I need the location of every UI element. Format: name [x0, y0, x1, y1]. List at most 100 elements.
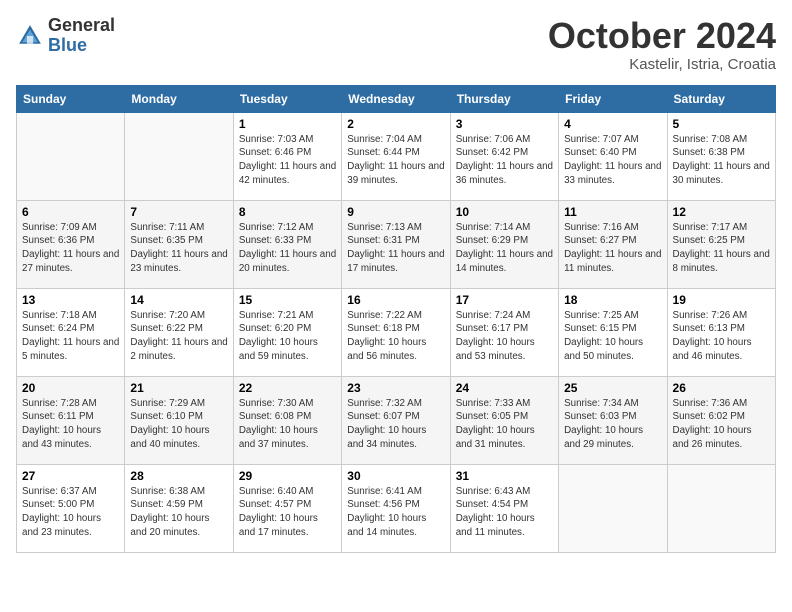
day-number: 21: [130, 381, 227, 395]
calendar-week-1: 1 Sunrise: 7:03 AM Sunset: 6:46 PM Daylig…: [17, 112, 776, 200]
calendar-cell: 7 Sunrise: 7:11 AM Sunset: 6:35 PM Daylig…: [125, 200, 233, 288]
day-info: Sunrise: 7:06 AM Sunset: 6:42 PM Dayligh…: [456, 133, 553, 188]
logo-blue-text: Blue: [48, 35, 87, 55]
calendar-week-5: 27Sunrise: 6:37 AM Sunset: 5:00 PM Dayli…: [17, 464, 776, 552]
calendar-cell: 21 Sunrise: 7:29 AM Sunset: 6:10 PM Dayli…: [125, 376, 233, 464]
calendar-cell: 16Sunrise: 7:22 AM Sunset: 6:18 PM Dayli…: [342, 288, 450, 376]
location-subtitle: Kastelir, Istria, Croatia: [548, 56, 776, 73]
calendar-cell: 6 Sunrise: 7:09 AM Sunset: 6:36 PM Daylig…: [17, 200, 125, 288]
calendar-table: SundayMondayTuesdayWednesdayThursdayFrid…: [16, 85, 776, 553]
day-info: Sunrise: 7:03 AM Sunset: 6:46 PM Dayligh…: [239, 133, 336, 188]
calendar-cell: 19 Sunrise: 7:26 AM Sunset: 6:13 PM Dayli…: [667, 288, 775, 376]
page-header: General Blue October 2024 Kastelir, Istr…: [16, 16, 776, 73]
day-number: 23: [347, 381, 444, 395]
day-number: 24: [456, 381, 553, 395]
day-info: Sunrise: 6:43 AM Sunset: 4:54 PM Dayligh…: [456, 485, 553, 540]
calendar-cell: [125, 112, 233, 200]
day-number: 18: [564, 293, 661, 307]
logo: General Blue: [16, 16, 115, 56]
day-info: Sunrise: 7:21 AM Sunset: 6:20 PM Dayligh…: [239, 309, 336, 364]
calendar-cell: 28 Sunrise: 6:38 AM Sunset: 4:59 PM Dayli…: [125, 464, 233, 552]
day-info: Sunrise: 7:04 AM Sunset: 6:44 PM Dayligh…: [347, 133, 444, 188]
weekday-header-friday: Friday: [559, 85, 667, 112]
calendar-body: 1 Sunrise: 7:03 AM Sunset: 6:46 PM Daylig…: [17, 112, 776, 552]
calendar-cell: [667, 464, 775, 552]
day-info: Sunrise: 7:12 AM Sunset: 6:33 PM Dayligh…: [239, 221, 336, 276]
calendar-cell: 13Sunrise: 7:18 AM Sunset: 6:24 PM Dayli…: [17, 288, 125, 376]
weekday-row: SundayMondayTuesdayWednesdayThursdayFrid…: [17, 85, 776, 112]
day-number: 28: [130, 469, 227, 483]
day-info: Sunrise: 6:37 AM Sunset: 5:00 PM Dayligh…: [22, 485, 119, 540]
day-info: Sunrise: 6:38 AM Sunset: 4:59 PM Dayligh…: [130, 485, 227, 540]
calendar-week-4: 20 Sunrise: 7:28 AM Sunset: 6:11 PM Dayli…: [17, 376, 776, 464]
calendar-cell: 12 Sunrise: 7:17 AM Sunset: 6:25 PM Dayli…: [667, 200, 775, 288]
calendar-cell: 23Sunrise: 7:32 AM Sunset: 6:07 PM Dayli…: [342, 376, 450, 464]
day-number: 22: [239, 381, 336, 395]
month-title: October 2024: [548, 16, 776, 56]
calendar-header: SundayMondayTuesdayWednesdayThursdayFrid…: [17, 85, 776, 112]
calendar-cell: 9 Sunrise: 7:13 AM Sunset: 6:31 PM Daylig…: [342, 200, 450, 288]
title-block: October 2024 Kastelir, Istria, Croatia: [548, 16, 776, 73]
day-number: 31: [456, 469, 553, 483]
day-info: Sunrise: 7:17 AM Sunset: 6:25 PM Dayligh…: [673, 221, 770, 276]
calendar-week-2: 6 Sunrise: 7:09 AM Sunset: 6:36 PM Daylig…: [17, 200, 776, 288]
calendar-cell: 17Sunrise: 7:24 AM Sunset: 6:17 PM Dayli…: [450, 288, 558, 376]
calendar-cell: [559, 464, 667, 552]
logo-icon: [16, 22, 44, 50]
day-number: 7: [130, 205, 227, 219]
day-number: 5: [673, 117, 770, 131]
calendar-cell: 4 Sunrise: 7:07 AM Sunset: 6:40 PM Daylig…: [559, 112, 667, 200]
calendar-cell: 11 Sunrise: 7:16 AM Sunset: 6:27 PM Dayli…: [559, 200, 667, 288]
calendar-cell: 27Sunrise: 6:37 AM Sunset: 5:00 PM Dayli…: [17, 464, 125, 552]
day-info: Sunrise: 7:14 AM Sunset: 6:29 PM Dayligh…: [456, 221, 553, 276]
day-number: 30: [347, 469, 444, 483]
day-info: Sunrise: 7:22 AM Sunset: 6:18 PM Dayligh…: [347, 309, 444, 364]
weekday-header-tuesday: Tuesday: [233, 85, 341, 112]
day-info: Sunrise: 7:16 AM Sunset: 6:27 PM Dayligh…: [564, 221, 661, 276]
day-info: Sunrise: 7:13 AM Sunset: 6:31 PM Dayligh…: [347, 221, 444, 276]
weekday-header-wednesday: Wednesday: [342, 85, 450, 112]
day-number: 14: [130, 293, 227, 307]
calendar-cell: 29Sunrise: 6:40 AM Sunset: 4:57 PM Dayli…: [233, 464, 341, 552]
day-info: Sunrise: 7:34 AM Sunset: 6:03 PM Dayligh…: [564, 397, 661, 452]
day-number: 11: [564, 205, 661, 219]
calendar-cell: 25 Sunrise: 7:34 AM Sunset: 6:03 PM Dayli…: [559, 376, 667, 464]
calendar-cell: 20 Sunrise: 7:28 AM Sunset: 6:11 PM Dayli…: [17, 376, 125, 464]
weekday-header-monday: Monday: [125, 85, 233, 112]
day-number: 3: [456, 117, 553, 131]
calendar-cell: 3 Sunrise: 7:06 AM Sunset: 6:42 PM Daylig…: [450, 112, 558, 200]
day-info: Sunrise: 7:07 AM Sunset: 6:40 PM Dayligh…: [564, 133, 661, 188]
day-info: Sunrise: 7:09 AM Sunset: 6:36 PM Dayligh…: [22, 221, 119, 276]
day-number: 1: [239, 117, 336, 131]
day-info: Sunrise: 7:11 AM Sunset: 6:35 PM Dayligh…: [130, 221, 227, 276]
calendar-cell: 26Sunrise: 7:36 AM Sunset: 6:02 PM Dayli…: [667, 376, 775, 464]
day-number: 4: [564, 117, 661, 131]
day-info: Sunrise: 7:30 AM Sunset: 6:08 PM Dayligh…: [239, 397, 336, 452]
day-info: Sunrise: 6:41 AM Sunset: 4:56 PM Dayligh…: [347, 485, 444, 540]
day-info: Sunrise: 7:36 AM Sunset: 6:02 PM Dayligh…: [673, 397, 770, 452]
day-info: Sunrise: 7:25 AM Sunset: 6:15 PM Dayligh…: [564, 309, 661, 364]
calendar-cell: 24Sunrise: 7:33 AM Sunset: 6:05 PM Dayli…: [450, 376, 558, 464]
calendar-week-3: 13Sunrise: 7:18 AM Sunset: 6:24 PM Dayli…: [17, 288, 776, 376]
weekday-header-thursday: Thursday: [450, 85, 558, 112]
day-number: 20: [22, 381, 119, 395]
day-number: 19: [673, 293, 770, 307]
day-number: 9: [347, 205, 444, 219]
logo-general-text: General: [48, 15, 115, 35]
day-number: 25: [564, 381, 661, 395]
calendar-cell: 10 Sunrise: 7:14 AM Sunset: 6:29 PM Dayli…: [450, 200, 558, 288]
calendar-cell: 15Sunrise: 7:21 AM Sunset: 6:20 PM Dayli…: [233, 288, 341, 376]
day-number: 10: [456, 205, 553, 219]
day-info: Sunrise: 7:08 AM Sunset: 6:38 PM Dayligh…: [673, 133, 770, 188]
day-info: Sunrise: 7:29 AM Sunset: 6:10 PM Dayligh…: [130, 397, 227, 452]
day-number: 6: [22, 205, 119, 219]
day-info: Sunrise: 7:28 AM Sunset: 6:11 PM Dayligh…: [22, 397, 119, 452]
day-info: Sunrise: 7:26 AM Sunset: 6:13 PM Dayligh…: [673, 309, 770, 364]
day-info: Sunrise: 7:18 AM Sunset: 6:24 PM Dayligh…: [22, 309, 119, 364]
calendar-cell: 14 Sunrise: 7:20 AM Sunset: 6:22 PM Dayli…: [125, 288, 233, 376]
day-info: Sunrise: 7:20 AM Sunset: 6:22 PM Dayligh…: [130, 309, 227, 364]
calendar-cell: 2Sunrise: 7:04 AM Sunset: 6:44 PM Daylig…: [342, 112, 450, 200]
calendar-cell: 30 Sunrise: 6:41 AM Sunset: 4:56 PM Dayli…: [342, 464, 450, 552]
day-number: 12: [673, 205, 770, 219]
day-number: 17: [456, 293, 553, 307]
